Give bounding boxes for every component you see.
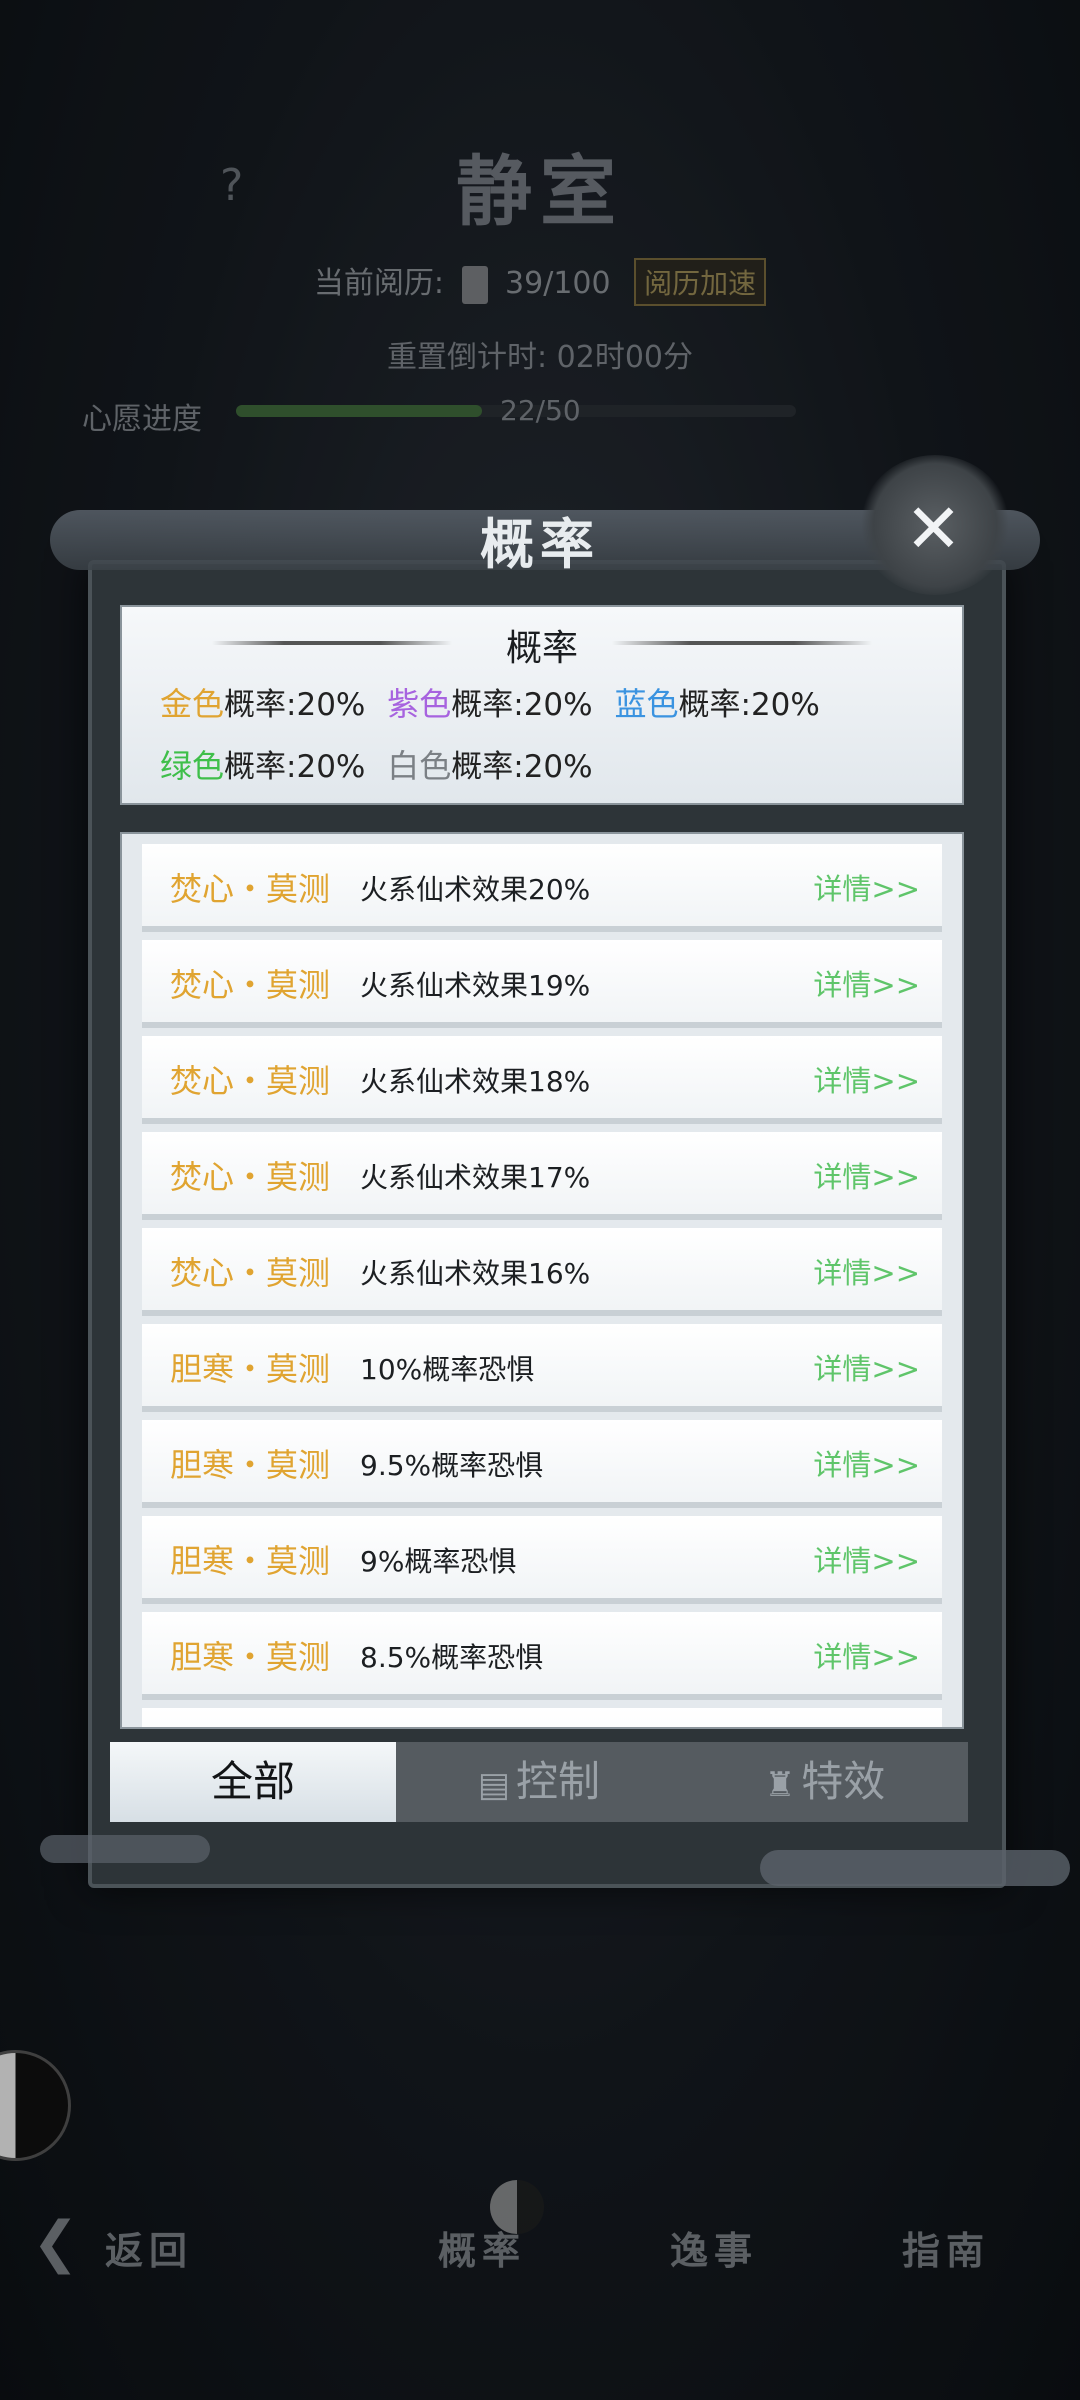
detail-link[interactable]: 详情>> <box>813 1250 920 1292</box>
list-item[interactable]: 焚心・莫测 火系仙术效果17% 详情>> <box>142 1132 942 1220</box>
control-icon: ▤ <box>477 1764 511 1805</box>
item-name: 胆寒・莫测 <box>170 1542 331 1580</box>
close-icon[interactable]: ✕ <box>905 490 962 569</box>
cloud-decoration <box>40 1835 210 1863</box>
item-name: 焚心・莫测 <box>170 870 331 908</box>
effect-icon: ♜ <box>764 1764 796 1805</box>
white-prob-value: 20% <box>523 749 593 785</box>
item-desc: 火系仙术效果19% <box>360 969 591 1002</box>
gold-prob-value: 20% <box>296 687 366 723</box>
item-desc: 火系仙术效果17% <box>360 1161 591 1194</box>
tab-control-label: 控制 <box>516 1757 601 1806</box>
detail-link[interactable]: 详情>> <box>813 866 920 908</box>
filter-tabs: 全部 ▤ 控制 ♜ 特效 <box>110 1742 968 1822</box>
list-item[interactable]: 焚心・莫测 火系仙术效果19% 详情>> <box>142 940 942 1028</box>
detail-link[interactable]: 详情>> <box>813 1154 920 1196</box>
tab-effect-label: 特效 <box>801 1757 886 1806</box>
list-item[interactable]: 焚心・莫测 火系仙术效果20% 详情>> <box>142 844 942 932</box>
item-name: 胆寒・莫测 <box>170 1350 331 1388</box>
probability-summary: 概率 金色概率:20% 紫色概率:20% 蓝色概率:20% 绿色概率:20% 白… <box>120 605 964 805</box>
item-desc: 火系仙术效果16% <box>360 1257 591 1290</box>
green-prob-value: 20% <box>296 749 366 785</box>
list-item[interactable]: 胆寒・莫测 9.5%概率恐惧 详情>> <box>142 1420 942 1508</box>
white-prob-label: 概率: <box>451 749 524 785</box>
purple-prob-value: 20% <box>523 687 593 723</box>
list-item[interactable]: 胆寒・莫测 9%概率恐惧 详情>> <box>142 1516 942 1604</box>
gold-prob-label: 概率: <box>224 687 297 723</box>
blue-label: 蓝色 <box>614 685 679 723</box>
item-name: 焚心・莫测 <box>170 1158 331 1196</box>
tab-control[interactable]: ▤ 控制 <box>396 1742 682 1822</box>
detail-link[interactable]: 详情>> <box>813 1538 920 1580</box>
list-item[interactable]: 焚心・莫测 火系仙术效果16% 详情>> <box>142 1228 942 1316</box>
item-desc: 9%概率恐惧 <box>360 1545 517 1578</box>
purple-label: 紫色 <box>387 685 452 723</box>
detail-link[interactable]: 详情>> <box>813 962 920 1004</box>
item-desc: 火系仙术效果18% <box>360 1065 591 1098</box>
divider <box>612 641 872 645</box>
tab-all[interactable]: 全部 <box>110 1742 396 1822</box>
item-name: 焚心・莫测 <box>170 966 331 1004</box>
blue-prob-label: 概率: <box>678 687 751 723</box>
probability-line-1: 金色概率:20% 紫色概率:20% 蓝色概率:20% <box>160 679 820 725</box>
list-item[interactable]: 胆寒・莫测 8.5%概率恐惧 详情>> <box>142 1612 942 1700</box>
probability-line-2: 绿色概率:20% 白色概率:20% <box>160 741 593 787</box>
item-desc: 10%概率恐惧 <box>360 1353 535 1386</box>
item-name: 焚心・莫测 <box>170 1254 331 1292</box>
tab-all-label: 全部 <box>210 1757 295 1806</box>
summary-heading: 概率 <box>505 628 578 669</box>
list-item-partial[interactable] <box>142 1708 942 1727</box>
item-desc: 8.5%概率恐惧 <box>360 1641 544 1674</box>
item-desc: 火系仙术效果20% <box>360 873 591 906</box>
list-item[interactable]: 焚心・莫测 火系仙术效果18% 详情>> <box>142 1036 942 1124</box>
purple-prob-label: 概率: <box>451 687 524 723</box>
item-list[interactable]: 焚心・莫测 火系仙术效果20% 详情>> 焚心・莫测 火系仙术效果19% 详情>… <box>120 832 964 1729</box>
green-prob-label: 概率: <box>224 749 297 785</box>
detail-link[interactable]: 详情>> <box>813 1442 920 1484</box>
list-item[interactable]: 胆寒・莫测 10%概率恐惧 详情>> <box>142 1324 942 1412</box>
detail-link[interactable]: 详情>> <box>813 1346 920 1388</box>
item-name: 胆寒・莫测 <box>170 1638 331 1676</box>
detail-link[interactable]: 详情>> <box>813 1634 920 1676</box>
item-desc: 9.5%概率恐惧 <box>360 1449 544 1482</box>
gold-label: 金色 <box>160 685 225 723</box>
tab-effect[interactable]: ♜ 特效 <box>682 1742 968 1822</box>
green-label: 绿色 <box>160 747 225 785</box>
item-name: 胆寒・莫测 <box>170 1446 331 1484</box>
detail-link[interactable]: 详情>> <box>813 1058 920 1100</box>
item-name: 焚心・莫测 <box>170 1062 331 1100</box>
white-label: 白色 <box>387 747 452 785</box>
blue-prob-value: 20% <box>750 687 820 723</box>
cloud-decoration <box>760 1850 1070 1886</box>
